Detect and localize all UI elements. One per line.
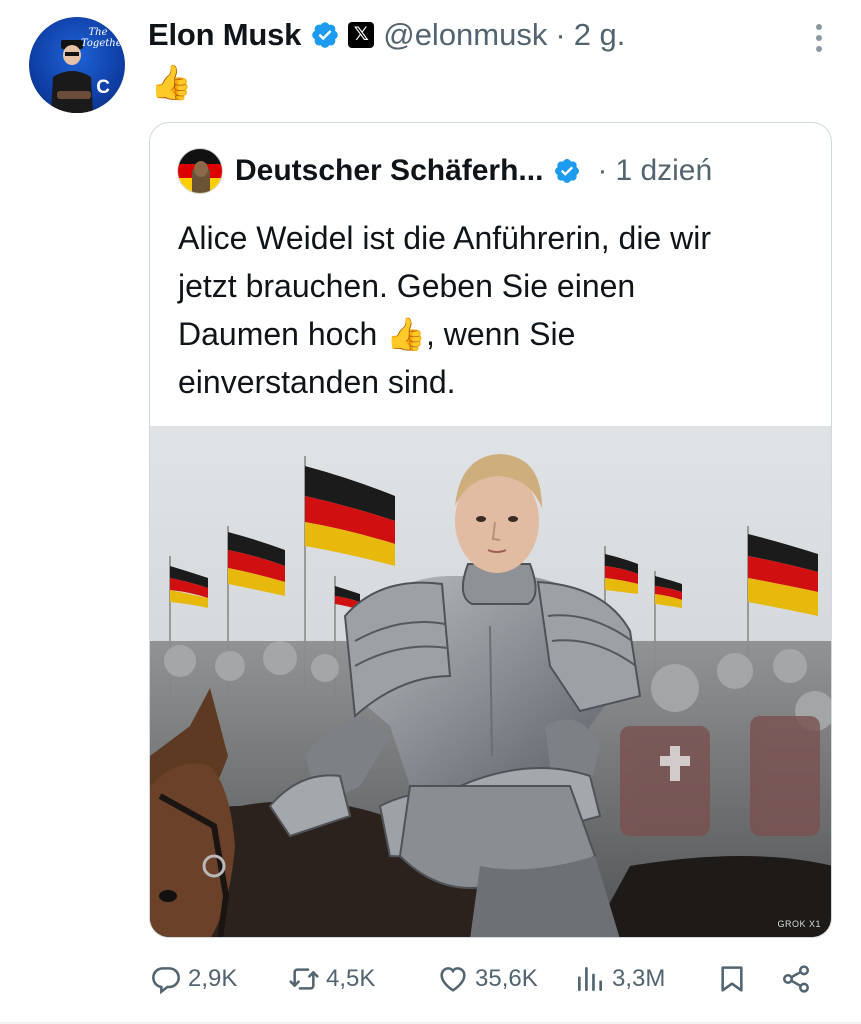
bookmark-button[interactable] <box>716 963 748 995</box>
like-icon <box>440 967 466 992</box>
views-icon <box>578 967 602 991</box>
more-options-icon[interactable] <box>815 24 823 54</box>
like-count: 35,6K <box>475 965 538 992</box>
share-icon <box>783 965 809 993</box>
views-count: 3,3M <box>612 965 666 992</box>
author-name[interactable]: Elon Musk <box>148 17 301 53</box>
reply-icon <box>152 967 180 995</box>
post-header: Elon Musk 𝕏 @elonmusk · 2 g. <box>148 14 625 56</box>
action-bar: 2,9K 4,5K 35,6K 3,3M <box>0 955 861 1007</box>
quoted-author-name[interactable]: Deutscher Schäferh... <box>235 154 543 188</box>
like-button[interactable]: 35,6K <box>437 963 538 995</box>
separator-dot: · <box>555 17 566 52</box>
avatar-caption: The Together <box>81 27 125 49</box>
quoted-author-avatar[interactable] <box>177 148 223 194</box>
quoted-text-line: einverstanden sind. <box>178 364 456 400</box>
post-time[interactable]: 2 g. <box>574 17 626 53</box>
reply-button[interactable]: 2,9K <box>150 963 237 995</box>
quoted-text-line: jetzt brauchen. Geben Sie einen <box>178 268 636 304</box>
separator-dot: · <box>597 154 608 187</box>
media-illustration <box>150 426 831 937</box>
quoted-post-time[interactable]: 1 dzień <box>615 154 712 188</box>
repost-button[interactable]: 4,5K <box>288 963 375 995</box>
author-handle[interactable]: @elonmusk <box>383 17 547 53</box>
media-watermark: GROK X1 <box>777 919 821 929</box>
share-button[interactable] <box>780 963 812 995</box>
quoted-text-line: Alice Weidel ist die Anführerin, die wir <box>178 220 711 256</box>
views-button[interactable]: 3,3M <box>574 963 665 995</box>
quoted-text-line: Daumen hoch 👍, wenn Sie <box>178 316 576 352</box>
post-media-image[interactable]: GROK X1 <box>150 426 831 937</box>
verified-badge-icon <box>312 22 339 48</box>
quoted-post-header: Deutscher Schäferh... · 1 dzień <box>177 148 712 194</box>
x-logo-icon: 𝕏 <box>348 22 375 48</box>
repost-icon <box>289 968 319 990</box>
quoted-post-text: Alice Weidel ist die Anführerin, die wir… <box>178 214 818 406</box>
avatar-letter: C <box>96 77 110 98</box>
post-text: 👍 <box>150 64 193 102</box>
verified-badge-icon <box>555 159 580 183</box>
reply-count: 2,9K <box>188 965 238 992</box>
bookmark-icon <box>721 966 743 992</box>
repost-count: 4,5K <box>326 965 376 992</box>
author-avatar[interactable]: The Together C <box>29 17 125 113</box>
quoted-post-card[interactable]: Deutscher Schäferh... · 1 dzień Alice We… <box>149 122 832 938</box>
